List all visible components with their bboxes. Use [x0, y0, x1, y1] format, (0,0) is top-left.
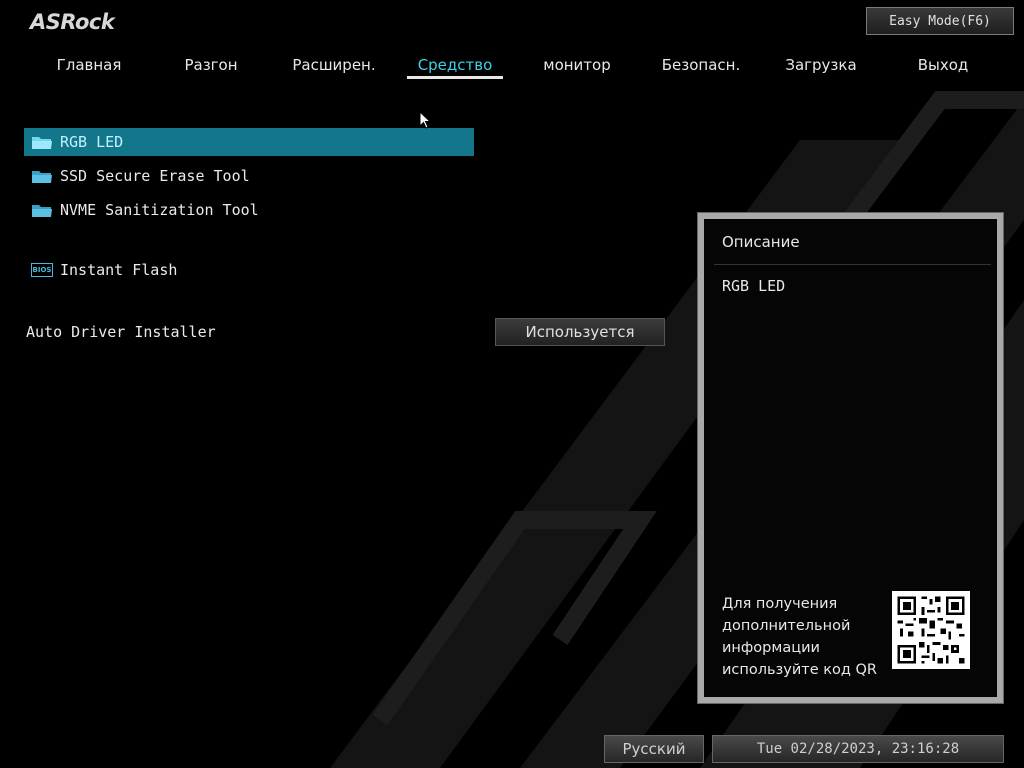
- menu-item-nvme-sanitization[interactable]: NVME Sanitization Tool: [24, 196, 474, 224]
- tab-exit[interactable]: Выход: [894, 50, 992, 80]
- mouse-pointer-icon: [419, 111, 431, 129]
- main-nav: Главная Разгон Расширен. Средство монито…: [0, 50, 1024, 84]
- tab-security[interactable]: Безопасн.: [648, 50, 754, 80]
- folder-icon: [32, 137, 52, 149]
- bios-chip-icon: BIOS: [31, 263, 53, 277]
- tab-main[interactable]: Главная: [40, 50, 138, 80]
- description-title: Описание: [722, 233, 800, 251]
- tab-oc-tweaker[interactable]: Разгон: [162, 50, 260, 80]
- menu-item-ssd-secure-erase[interactable]: SSD Secure Erase Tool: [24, 162, 474, 190]
- menu-item-label: RGB LED: [60, 133, 124, 151]
- qr-hint-line: Для получения: [722, 596, 838, 612]
- tab-advanced[interactable]: Расширен.: [280, 50, 388, 80]
- tab-boot[interactable]: Загрузка: [772, 50, 870, 80]
- easy-mode-button[interactable]: Easy Mode(F6): [866, 7, 1014, 35]
- language-button[interactable]: Русский: [604, 735, 704, 763]
- menu-item-label: SSD Secure Erase Tool: [60, 167, 250, 185]
- menu-item-rgb-led[interactable]: RGB LED: [24, 128, 474, 156]
- qr-hint-line: дополнительной: [722, 618, 851, 634]
- menu-item-label: Instant Flash: [60, 261, 178, 279]
- tab-hw-monitor[interactable]: монитор: [528, 50, 626, 80]
- auto-driver-installer-label: Auto Driver Installer: [26, 323, 216, 341]
- qr-hint-line: информации: [722, 640, 820, 656]
- menu-item-label: NVME Sanitization Tool: [60, 201, 259, 219]
- description-panel: Описание RGB LED Для получения дополните…: [697, 212, 1004, 704]
- qr-hint-text: Для получения дополнительной информации …: [722, 593, 892, 681]
- system-datetime: Tue 02/28/2023, 23:16:28: [712, 735, 1004, 763]
- description-divider: [714, 264, 991, 265]
- menu-item-instant-flash[interactable]: BIOS Instant Flash: [24, 256, 474, 284]
- auto-driver-installer-select[interactable]: Используется: [495, 318, 665, 346]
- folder-icon: [32, 171, 52, 183]
- folder-icon: [32, 205, 52, 217]
- asrock-logo: ASRock: [30, 10, 115, 34]
- qr-hint-line: используйте код QR: [722, 662, 878, 678]
- qr-code-icon: [892, 591, 970, 669]
- active-tab-underline: [407, 76, 503, 79]
- description-text: RGB LED: [722, 277, 786, 295]
